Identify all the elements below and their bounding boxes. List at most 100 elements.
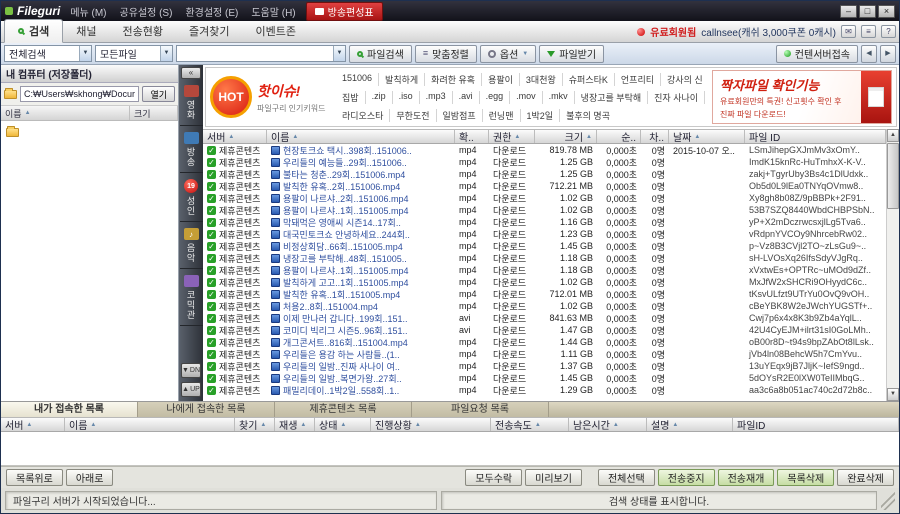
nav-right-button[interactable]: ▶	[880, 45, 896, 63]
accept-all-button[interactable]: 모두수락	[465, 469, 522, 486]
hot-keyword-link[interactable]: 불후의 명곡	[560, 109, 616, 122]
menu-item-help[interactable]: 도움말 (H)	[251, 4, 295, 19]
hot-keyword-link[interactable]: 151006	[336, 73, 379, 86]
col-date[interactable]: 날짜▲	[669, 130, 745, 143]
close-button[interactable]: ×	[878, 5, 895, 18]
chevron-down-icon[interactable]: ▼	[160, 46, 172, 61]
result-row[interactable]: ✓ 제휴콘텐츠 비정상회담..66회..151005.mp4 mp4 다운로드 …	[203, 240, 886, 252]
chevron-down-icon[interactable]: ▼	[79, 46, 91, 61]
tab-connected-to-me[interactable]: 나에게 접속한 목록	[138, 402, 275, 417]
open-folder-button[interactable]: 열기	[142, 86, 175, 102]
content-server-connect-button[interactable]: 컨텐서버접속	[776, 45, 858, 63]
t-col-file-id[interactable]: 파일ID	[733, 418, 899, 431]
category-music[interactable]: ♪ 음악	[180, 224, 203, 269]
nav-left-button[interactable]: ◀	[861, 45, 877, 63]
col-duration[interactable]: 순..	[597, 130, 641, 143]
hot-keyword-link[interactable]: .zip	[366, 91, 393, 104]
col-name[interactable]: 이름▲	[267, 130, 455, 143]
tab-event-zone[interactable]: 이벤트존	[242, 20, 308, 42]
tab-transfer-status[interactable]: 전송현황	[110, 20, 176, 42]
hot-keyword-link[interactable]: 무한도전	[390, 109, 436, 122]
col-permission[interactable]: 권한▲	[489, 130, 535, 143]
category-movie[interactable]: 영화	[180, 81, 203, 126]
hot-keyword-link[interactable]: 발칙하게	[379, 73, 425, 86]
menu-item-settings[interactable]: 환경설정 (E)	[185, 4, 238, 19]
list-button[interactable]: ≡	[861, 25, 876, 38]
scroll-up-button[interactable]: ▲UP	[181, 382, 201, 397]
result-row[interactable]: ✓ 제휴콘텐츠 우리들의 예능들..29회..151006.. mp4 다운로드…	[203, 156, 886, 168]
folder-col-size[interactable]: 크기	[130, 106, 178, 120]
result-row[interactable]: ✓ 제휴콘텐츠 냉장고를 부탁해..48회..151005.. mp4 다운로드…	[203, 252, 886, 264]
folder-item[interactable]	[6, 128, 19, 137]
menu-item-menu[interactable]: 메뉴 (M)	[70, 4, 106, 19]
category-comic[interactable]: 코믹관	[180, 271, 203, 326]
result-row[interactable]: ✓ 제휴콘텐츠 우리들은 용감 하는 사람들..(1.. mp4 다운로드 1.…	[203, 348, 886, 360]
menu-item-share-settings[interactable]: 공유설정 (S)	[120, 4, 173, 19]
delete-completed-button[interactable]: 완료삭제	[837, 469, 894, 486]
result-row[interactable]: ✓ 제휴콘텐츠 우리들의 일밤..진짜 사나이 여.. mp4 다운로드 1.3…	[203, 360, 886, 372]
mail-button[interactable]: ✉	[841, 25, 856, 38]
result-row[interactable]: ✓ 제휴콘텐츠 발칙한 유혹..2회..151006.mp4 mp4 다운로드 …	[203, 180, 886, 192]
scroll-down-button[interactable]: ▼DN	[181, 363, 201, 378]
tab-channel[interactable]: 채널	[63, 20, 109, 42]
hot-keyword-link[interactable]: .egg	[480, 91, 511, 104]
result-row[interactable]: ✓ 제휴콘텐츠 대국민토크쇼 안녕하세요..244회.. mp4 다운로드 1.…	[203, 228, 886, 240]
hot-keyword-link[interactable]: 화려한 유혹	[425, 73, 482, 86]
col-file-id[interactable]: 파일 ID	[745, 130, 886, 143]
result-row[interactable]: ✓ 제휴콘텐츠 코미디 빅리그 시즌5..96회..151.. avi 다운로드…	[203, 324, 886, 336]
scrollbar-track[interactable]	[887, 142, 899, 388]
scrollbar-up-button[interactable]: ▲	[887, 129, 899, 142]
select-all-button[interactable]: 전체선택	[598, 469, 655, 486]
result-row[interactable]: ✓ 제휴콘텐츠 현장토크쇼 택시..398회..151006.. mp4 다운로…	[203, 144, 886, 156]
save-folder-path[interactable]: C:₩Users₩skhong₩Docur	[20, 86, 139, 102]
options-button[interactable]: 옵션 ▼	[480, 45, 536, 63]
hot-keyword-link[interactable]: 강사의 신	[661, 73, 707, 86]
category-broadcast[interactable]: 방송	[180, 128, 203, 173]
t-col-find[interactable]: 찾기▲	[235, 418, 275, 431]
collapse-panel-button[interactable]: «	[181, 67, 201, 79]
result-row[interactable]: ✓ 제휴콘텐츠 용팔이 나르샤..2회..151006.mp4 mp4 다운로드…	[203, 192, 886, 204]
t-col-speed[interactable]: 전송속도▲	[491, 418, 569, 431]
result-row[interactable]: ✓ 제휴콘텐츠 불타는 청춘..29회..151006.mp4 mp4 다운로드…	[203, 168, 886, 180]
filetype-dropdown[interactable]: 모든파일 ▼	[95, 45, 173, 62]
result-row[interactable]: ✓ 제휴콘텐츠 처용2..8회..151004.mp4 mp4 다운로드 1.0…	[203, 300, 886, 312]
result-row[interactable]: ✓ 제휴콘텐츠 이제 만나러 갑니다..199회..151.. avi 다운로드…	[203, 312, 886, 324]
chevron-down-icon[interactable]: ▼	[333, 46, 345, 61]
result-row[interactable]: ✓ 제휴콘텐츠 용팔이 나르샤..1회..151005.mp4 mp4 다운로드…	[203, 264, 886, 276]
maximize-button[interactable]: □	[859, 5, 876, 18]
hot-keyword-link[interactable]: 슈퍼스타K	[563, 73, 615, 86]
list-up-button[interactable]: 목록위로	[6, 469, 63, 486]
col-size[interactable]: 크기▲	[535, 130, 597, 143]
t-col-server[interactable]: 서버▲	[1, 418, 65, 431]
help-button[interactable]: ?	[881, 25, 896, 38]
result-row[interactable]: ✓ 제휴콘텐츠 발칙한 유혹..1회..151005.mp4 mp4 다운로드 …	[203, 288, 886, 300]
transfer-stop-button[interactable]: 전송중지	[658, 469, 715, 486]
custom-sort-button[interactable]: ≡ 맞춤정렬	[415, 45, 477, 63]
file-search-button[interactable]: 파일검색	[349, 45, 412, 63]
tab-search[interactable]: 검색	[4, 19, 63, 43]
result-row[interactable]: ✓ 제휴콘텐츠 개그콘서트..816회..151004.mp4 mp4 다운로드…	[203, 336, 886, 348]
real-file-check-ad-banner[interactable]: 짝자파일 확인기능 유료회원만의 특권! 신고횟수 확인 후 진짜 파일 다운로…	[712, 70, 892, 124]
hot-keyword-link[interactable]: 집밥	[336, 91, 366, 104]
hot-keyword-link[interactable]: 라디오스타	[336, 109, 390, 122]
hot-keyword-link[interactable]: 냉장고를 부탁해	[575, 91, 648, 104]
scrollbar-down-button[interactable]: ▼	[887, 388, 899, 401]
file-download-button[interactable]: 파일받기	[539, 45, 604, 63]
col-extension[interactable]: 확..	[455, 130, 489, 143]
hot-keyword-link[interactable]: 런닝맨	[483, 109, 521, 122]
resize-grip[interactable]	[881, 491, 895, 510]
transfer-resume-button[interactable]: 전송재개	[718, 469, 775, 486]
result-row[interactable]: ✓ 제휴콘텐츠 막돼먹은 영애씨 시즌14..17회.. mp4 다운로드 1.…	[203, 216, 886, 228]
hot-keyword-link[interactable]: .mov	[510, 91, 543, 104]
minimize-button[interactable]: –	[840, 5, 857, 18]
preview-button[interactable]: 미리보기	[525, 469, 582, 486]
result-row[interactable]: ✓ 제휴콘텐츠 우리들의 일밤..복면가왕..27회.. mp4 다운로드 1.…	[203, 372, 886, 384]
hot-keyword-link[interactable]: 일밤점프	[437, 109, 483, 122]
result-row[interactable]: ✓ 제휴콘텐츠 발칙하게 고고..1회..151005.mp4 mp4 다운로드…	[203, 276, 886, 288]
tab-favorites[interactable]: 즐겨찾기	[176, 20, 242, 42]
hot-keyword-link[interactable]: .iso	[393, 91, 420, 104]
tab-file-request-list[interactable]: 파일요청 목록	[412, 402, 549, 417]
hot-keyword-link[interactable]: .avi	[453, 91, 480, 104]
col-server[interactable]: 서버▲	[203, 130, 267, 143]
result-row[interactable]: ✓ 제휴콘텐츠 패밀리데이..1박2일..558회..1.. mp4 다운로드 …	[203, 384, 886, 396]
